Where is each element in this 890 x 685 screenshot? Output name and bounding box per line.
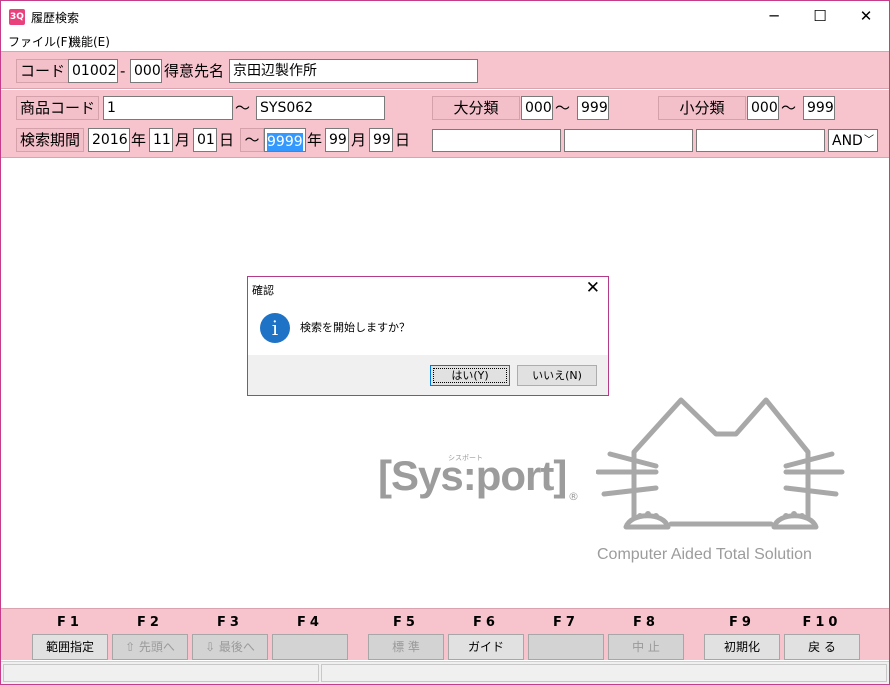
f4-button[interactable]: [272, 634, 348, 660]
code-separator: -: [120, 62, 126, 80]
fkey-label-f6: F6: [473, 615, 499, 630]
fkey-label-f1: F1: [57, 615, 83, 630]
code2-field[interactable]: 000: [130, 59, 162, 83]
free-field-3[interactable]: [696, 129, 825, 152]
from-year-field[interactable]: 2016: [88, 128, 130, 152]
f6-guide-button[interactable]: ガイド: [448, 634, 524, 660]
info-icon: i: [260, 313, 290, 343]
yes-button[interactable]: はい(Y): [430, 365, 510, 386]
fkey-label-f8: F8: [633, 615, 659, 630]
from-month-field[interactable]: 11: [149, 128, 173, 152]
fkey-label-f10: F10: [802, 615, 842, 630]
status-segment-1: [3, 664, 319, 682]
f9-init-button[interactable]: 初期化: [704, 634, 780, 660]
to-day-field[interactable]: 99: [369, 128, 393, 152]
from-day-field[interactable]: 01: [193, 128, 217, 152]
major-to-field[interactable]: 999: [577, 96, 609, 120]
major-from-field[interactable]: 000: [521, 96, 553, 120]
status-segment-2: [321, 664, 887, 682]
dialog-message: 検索を開始しますか？: [300, 321, 410, 334]
menu-bar: ファイル(F) 機能(E): [1, 31, 889, 51]
menu-function[interactable]: 機能(E): [69, 33, 110, 50]
day-unit-1: 日: [219, 131, 235, 149]
year-unit-1: 年: [131, 131, 147, 149]
product-code-label: 商品コード: [16, 96, 100, 120]
customer-label: 得意先名: [164, 62, 225, 80]
status-bar: [1, 661, 889, 684]
f7-button[interactable]: [528, 634, 604, 660]
code1-field[interactable]: 01002: [68, 59, 118, 83]
title-bar: 3Q 履歴検索 ─ ☐ ✕: [1, 1, 889, 31]
tilde-1: ～: [235, 99, 251, 117]
free-field-1[interactable]: [432, 129, 561, 152]
cat-logo-icon: [596, 397, 845, 530]
month-unit-1: 月: [175, 131, 191, 149]
dialog-title: 確認: [252, 284, 274, 297]
to-month-field[interactable]: 99: [325, 128, 349, 152]
month-unit-2: 月: [351, 131, 367, 149]
product-to-field[interactable]: SYS062: [256, 96, 385, 120]
code-label: コード: [16, 59, 70, 83]
to-year-field[interactable]: 9999: [264, 128, 306, 152]
year-unit-2: 年: [307, 131, 323, 149]
f3-last-button[interactable]: ⇩ 最後へ: [192, 634, 268, 660]
customer-name-field[interactable]: 京田辺製作所: [229, 59, 478, 83]
product-from-field[interactable]: 1: [103, 96, 233, 120]
fkey-label-f4: F4: [297, 615, 323, 630]
maximize-button[interactable]: ☐: [797, 1, 843, 31]
fkey-label-f5: F5: [393, 615, 419, 630]
tilde-period: ～: [240, 128, 264, 152]
f2-first-button[interactable]: ⇧ 先頭へ: [112, 634, 188, 660]
dialog-footer: はい(Y) いいえ(N): [248, 355, 608, 395]
fkey-label-f7: F7: [553, 615, 579, 630]
tilde-3: ～: [781, 99, 797, 117]
function-key-bar: F1 範囲指定 F2 ⇧ 先頭へ F3 ⇩ 最後へ F4 F5 標 準 F6 ガ…: [1, 608, 889, 660]
major-class-label: 大分類: [432, 96, 520, 120]
f5-standard-button[interactable]: 標 準: [368, 634, 444, 660]
free-field-2[interactable]: [564, 129, 693, 152]
menu-file[interactable]: ファイル(F): [8, 33, 72, 50]
chevron-down-icon: ﹀: [864, 135, 874, 146]
window-title: 履歴検索: [31, 11, 80, 25]
search-panel: 商品コード 1 ～ SYS062 大分類 000 ～ 999 小分類 000 ～…: [1, 90, 889, 158]
sysport-ruby: シスポート: [448, 454, 483, 462]
f8-stop-button[interactable]: 中 止: [608, 634, 684, 660]
fkey-label-f2: F2: [137, 615, 163, 630]
tilde-2: ～: [555, 99, 571, 117]
app-icon: 3Q: [9, 9, 25, 25]
day-unit-2: 日: [395, 131, 411, 149]
minor-to-field[interactable]: 999: [803, 96, 835, 120]
to-year-value: 9999: [267, 133, 303, 151]
period-label: 検索期間: [16, 128, 85, 152]
dialog-close-icon[interactable]: ✕: [586, 278, 600, 298]
f10-back-button[interactable]: 戻 る: [784, 634, 860, 660]
no-button[interactable]: いいえ(N): [517, 365, 597, 386]
minor-from-field[interactable]: 000: [747, 96, 779, 120]
logic-operator-value: AND: [832, 133, 863, 149]
logic-operator-select[interactable]: AND ﹀: [828, 129, 878, 152]
tagline: Computer Aided Total Solution: [597, 546, 812, 563]
registered-mark: ®: [568, 490, 579, 503]
customer-panel: コード 01002 - 000 得意先名 京田辺製作所: [1, 51, 889, 89]
f1-range-button[interactable]: 範囲指定: [32, 634, 108, 660]
confirm-dialog: 確認 ✕ i 検索を開始しますか？ はい(Y) いいえ(N): [247, 276, 609, 396]
minimize-button[interactable]: ─: [751, 1, 797, 31]
close-button[interactable]: ✕: [843, 1, 889, 31]
fkey-label-f9: F9: [729, 615, 755, 630]
fkey-label-f3: F3: [217, 615, 243, 630]
minor-class-label: 小分類: [658, 96, 746, 120]
